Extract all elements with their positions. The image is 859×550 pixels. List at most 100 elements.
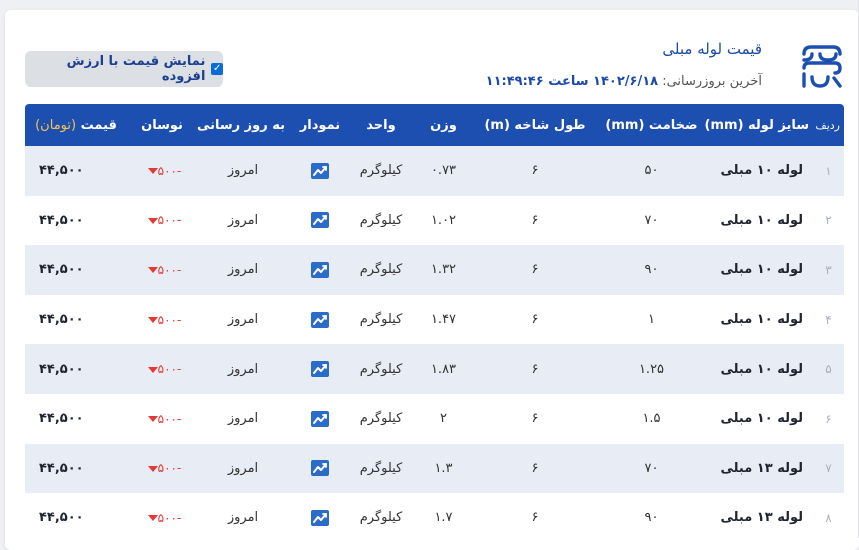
- weight-cell: ۱.۳: [434, 460, 453, 476]
- col-row-header: ردیف: [815, 118, 840, 132]
- vat-toggle-label: نمایش قیمت با ارزش افزوده: [66, 54, 206, 84]
- change-cell: -۵۰۰: [127, 146, 197, 196]
- chart-cell[interactable]: [289, 146, 351, 196]
- table-row[interactable]: ۷ لوله ۱۳ مبلی ۷۰ ۶ ۱.۳ کیلوگرم امروز -۵۰۰ ۴۴,۵۰…: [25, 443, 844, 494]
- weight-cell: ۲: [440, 411, 447, 427]
- down-triangle-icon: [147, 515, 158, 522]
- table-row[interactable]: ۱ لوله ۱۰ مبلی ۵۰ ۶ ۰.۷۳ کیلوگرم امروز -۵۰۰ ۴۴,۵…: [25, 146, 844, 196]
- branch-length-cell: ۶: [531, 312, 539, 328]
- last-update: آخرین بروزرسانی: ۱۴۰۲/۶/۱۸ ساعت ۱۱:۴۹:۴۶: [486, 74, 762, 89]
- thickness-cell: ۱.۵: [642, 411, 661, 427]
- trend-chart-icon[interactable]: [310, 211, 330, 229]
- pipe-size-cell[interactable]: لوله ۱۰ مبلی: [709, 344, 813, 394]
- down-triangle-icon: [147, 168, 158, 175]
- table-header-row: ردیف سایز لوله (mm) ضخامت (mm) طول شاخه …: [25, 104, 844, 146]
- change-cell: -۵۰۰: [127, 295, 197, 345]
- trend-chart-icon[interactable]: [310, 360, 330, 378]
- unit-cell: کیلوگرم: [359, 262, 403, 278]
- thickness-cell: ۱.۲۵: [638, 361, 665, 377]
- trend-chart-icon[interactable]: [310, 162, 330, 180]
- chart-cell[interactable]: [289, 295, 351, 345]
- pipe-size-cell[interactable]: لوله ۱۳ مبلی: [709, 493, 813, 543]
- branch-length-cell: ۶: [531, 262, 539, 278]
- trend-chart-icon[interactable]: [310, 410, 330, 428]
- trend-chart-icon[interactable]: [310, 261, 330, 279]
- chart-cell[interactable]: [289, 444, 351, 494]
- thickness-cell: ۹۰: [644, 510, 659, 526]
- price-cell: ۴۴,۵۰۰: [39, 262, 84, 278]
- down-triangle-icon: [147, 217, 158, 224]
- price-cell: ۴۴,۵۰۰: [39, 312, 84, 328]
- trend-chart-icon[interactable]: [310, 459, 330, 477]
- branch-length-cell: ۶: [531, 411, 539, 427]
- weight-cell: ۰.۷۳: [430, 163, 457, 179]
- updated-cell: امروز: [227, 361, 259, 377]
- table-row[interactable]: ۶ لوله ۱۰ مبلی ۱.۵ ۶ ۲ کیلوگرم امروز -۵۰۰ ۴۴,۵۰۰: [25, 393, 844, 444]
- change-cell: -۵۰۰: [127, 394, 197, 444]
- table-row[interactable]: ۲ لوله ۱۰ مبلی ۷۰ ۶ ۱.۰۲ کیلوگرم امروز -۵۰۰ ۴۴,۵…: [25, 195, 844, 246]
- branch-length-cell: ۶: [531, 510, 539, 526]
- row-number: ۶: [825, 411, 832, 426]
- col-thickness-header[interactable]: ضخامت (mm): [594, 104, 709, 146]
- down-triangle-icon: [147, 317, 158, 324]
- unit-cell: کیلوگرم: [359, 510, 403, 526]
- thickness-cell: ۷۰: [644, 212, 659, 228]
- change-value: -۵۰۰: [157, 510, 182, 525]
- pipe-size-cell[interactable]: لوله ۱۰ مبلی: [709, 146, 813, 196]
- col-unit-header[interactable]: واحد: [351, 104, 411, 146]
- change-value: -۵۰۰: [157, 362, 182, 377]
- col-price-header[interactable]: قیمت (تومان): [25, 104, 127, 146]
- chart-cell[interactable]: [289, 493, 351, 543]
- trend-chart-icon[interactable]: [310, 311, 330, 329]
- thickness-cell: ۱: [648, 312, 655, 328]
- table-row[interactable]: ۵ لوله ۱۰ مبلی ۱.۲۵ ۶ ۱.۸۳ کیلوگرم امروز -۵۰۰ ۴۴…: [25, 344, 844, 394]
- weight-cell: ۱.۳۲: [430, 262, 457, 278]
- price-cell: ۴۴,۵۰۰: [39, 361, 84, 377]
- price-card: قیمت لوله مبلی آخرین بروزرسانی: ۱۴۰۲/۶/۱…: [5, 10, 859, 550]
- price-table: ردیف سایز لوله (mm) ضخامت (mm) طول شاخه …: [25, 104, 844, 543]
- price-cell: ۴۴,۵۰۰: [39, 460, 84, 476]
- col-change-header[interactable]: نوسان: [127, 104, 197, 146]
- pipe-size-cell[interactable]: لوله ۱۳ مبلی: [709, 444, 813, 494]
- pipe-size-cell[interactable]: لوله ۱۰ مبلی: [709, 295, 813, 345]
- weight-cell: ۱.۷: [434, 510, 453, 526]
- table-row[interactable]: ۸ لوله ۱۳ مبلی ۹۰ ۶ ۱.۷ کیلوگرم امروز -۵۰۰ ۴۴,۵۰…: [25, 493, 844, 543]
- unit-cell: کیلوگرم: [359, 312, 403, 328]
- price-cell: ۴۴,۵۰۰: [39, 212, 84, 228]
- col-weight-header[interactable]: وزن: [411, 104, 476, 146]
- change-value: -۵۰۰: [157, 213, 182, 228]
- weight-cell: ۱.۸۳: [430, 361, 457, 377]
- change-cell: -۵۰۰: [127, 344, 197, 394]
- down-triangle-icon: [147, 416, 158, 423]
- vat-toggle-button[interactable]: ✓ نمایش قیمت با ارزش افزوده: [25, 51, 223, 87]
- unit-cell: کیلوگرم: [359, 460, 403, 476]
- price-cell: ۴۴,۵۰۰: [39, 411, 84, 427]
- chart-cell[interactable]: [289, 344, 351, 394]
- table-row[interactable]: ۴ لوله ۱۰ مبلی ۱ ۶ ۱.۴۷ کیلوگرم امروز -۵۰۰ ۴۴,۵۰…: [25, 294, 844, 345]
- chart-cell[interactable]: [289, 196, 351, 246]
- page-title: قیمت لوله مبلی: [662, 40, 762, 58]
- weight-cell: ۱.۴۷: [430, 312, 457, 328]
- col-size-header[interactable]: سایز لوله (mm): [705, 104, 813, 146]
- change-value: -۵۰۰: [157, 312, 182, 327]
- price-cell: ۴۴,۵۰۰: [39, 510, 84, 526]
- pipe-size-cell[interactable]: لوله ۱۰ مبلی: [709, 394, 813, 444]
- row-number: ۸: [825, 510, 832, 525]
- col-branch-length-header[interactable]: طول شاخه (m): [476, 104, 594, 146]
- row-number: ۳: [825, 262, 832, 277]
- col-updated-header[interactable]: به روز رسانی: [197, 104, 289, 146]
- branch-length-cell: ۶: [531, 212, 539, 228]
- vat-checkbox[interactable]: ✓: [211, 63, 223, 75]
- thickness-cell: ۷۰: [644, 460, 659, 476]
- row-number: ۲: [825, 213, 832, 228]
- table-row[interactable]: ۳ لوله ۱۰ مبلی ۹۰ ۶ ۱.۳۲ کیلوگرم امروز -۵۰۰ ۴۴,۵…: [25, 245, 844, 295]
- pipe-size-cell[interactable]: لوله ۱۰ مبلی: [709, 196, 813, 246]
- chart-cell[interactable]: [289, 394, 351, 444]
- row-number: ۷: [825, 461, 832, 476]
- trend-chart-icon[interactable]: [310, 509, 330, 527]
- chart-cell[interactable]: [289, 245, 351, 295]
- change-value: -۵۰۰: [157, 461, 182, 476]
- updated-cell: امروز: [227, 262, 259, 278]
- pipe-size-cell[interactable]: لوله ۱۰ مبلی: [709, 245, 813, 295]
- row-number: ۵: [825, 362, 832, 377]
